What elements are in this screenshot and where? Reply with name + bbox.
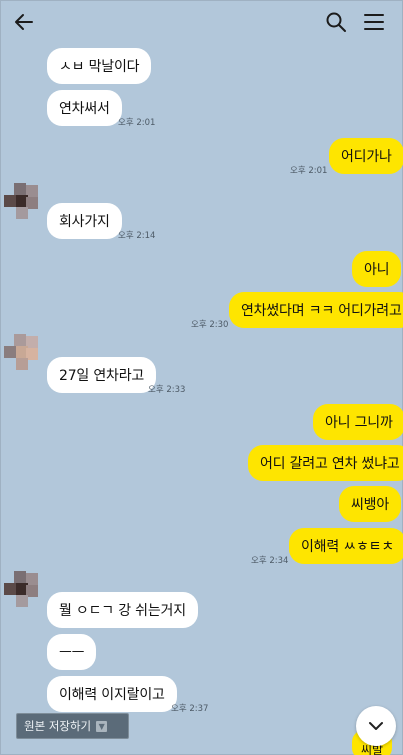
- incoming-message-bubble[interactable]: 이해력 이지랄이고: [47, 676, 177, 712]
- incoming-message-bubble[interactable]: ㅅㅂ 막날이다: [47, 48, 152, 84]
- save-original-button[interactable]: 원본 저장하기 ▼: [16, 713, 129, 739]
- chat-header: [0, 0, 403, 44]
- message-timestamp: 오후 2:34: [251, 556, 289, 566]
- search-icon[interactable]: [322, 8, 350, 36]
- save-original-label: 원본 저장하기: [24, 719, 92, 733]
- outgoing-message-bubble[interactable]: 아니: [352, 251, 402, 287]
- outgoing-message-bubble[interactable]: 어디가나: [329, 138, 403, 174]
- outgoing-message-bubble[interactable]: 연차썼다며 ㅋㅋ 어디가려고: [229, 292, 403, 328]
- message-timestamp: 오후 2:14: [118, 231, 156, 241]
- sender-avatar[interactable]: [4, 183, 38, 219]
- chevron-down-icon: [369, 722, 383, 730]
- outgoing-message-bubble[interactable]: 아니 그니까: [313, 404, 403, 440]
- scroll-to-bottom-button[interactable]: [356, 706, 396, 746]
- incoming-message-bubble[interactable]: 뭘 ㅇㄷㄱ 강 쉬는거지: [47, 592, 198, 628]
- arrow-left-icon[interactable]: [10, 8, 38, 36]
- incoming-message-bubble[interactable]: ㅡㅡ: [47, 634, 97, 670]
- incoming-message-bubble[interactable]: 연차써서: [47, 90, 122, 126]
- message-timestamp: 오후 2:01: [118, 118, 156, 128]
- sender-avatar[interactable]: [4, 571, 38, 607]
- outgoing-message-bubble[interactable]: 씨뱅아: [339, 486, 402, 522]
- chevron-down-icon: ▼: [96, 720, 108, 732]
- incoming-message-bubble[interactable]: 27일 연차라고: [47, 357, 157, 393]
- sender-avatar[interactable]: [4, 334, 38, 370]
- message-timestamp: 오후 2:37: [171, 704, 209, 714]
- hamburger-menu-icon[interactable]: [360, 8, 388, 36]
- outgoing-message-bubble[interactable]: 어디 갈려고 연차 썼냐고: [248, 445, 403, 481]
- message-timestamp: 오후 2:01: [290, 166, 328, 176]
- message-timestamp: 오후 2:30: [191, 320, 229, 330]
- incoming-message-bubble[interactable]: 회사가지: [47, 203, 122, 239]
- outgoing-message-bubble[interactable]: 이해력 ㅆㅎㅌㅊ: [289, 528, 403, 564]
- message-timestamp: 오후 2:33: [148, 385, 186, 395]
